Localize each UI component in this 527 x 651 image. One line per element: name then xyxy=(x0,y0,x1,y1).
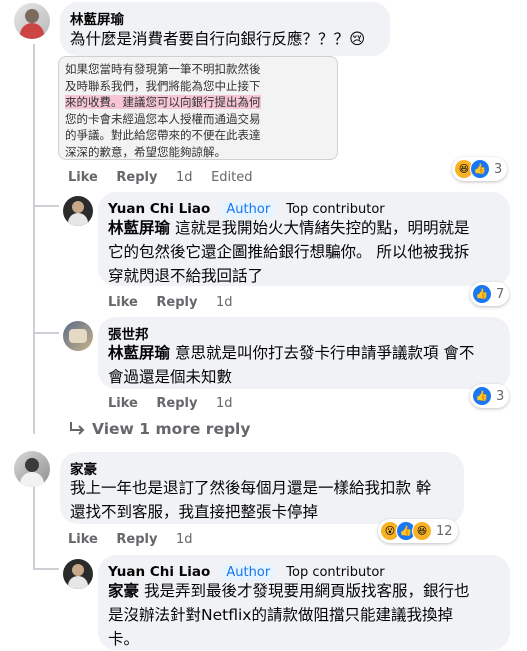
top-contributor-badge: Top contributor xyxy=(286,565,385,580)
edited-label: Edited xyxy=(211,170,253,185)
comment-author[interactable]: 張世邦 xyxy=(108,323,149,343)
comment-text-line: 會過還是個未知數 xyxy=(108,368,233,386)
thread-line xyxy=(33,482,35,570)
screenshot-line: 及時聯系我們，我們將能為您中止接下 xyxy=(65,78,261,93)
reaction-count: 3 xyxy=(496,388,505,404)
reply-arrow-icon xyxy=(70,422,85,435)
reaction-summary[interactable]: 😮 👍 😆 12 xyxy=(378,519,458,543)
screenshot-line: 深深的歉意，希望您能夠諒解。 xyxy=(65,144,226,159)
comment-author[interactable]: 林藍屏瑜 xyxy=(70,8,124,28)
like-button[interactable]: Like xyxy=(108,295,138,310)
comment-bubble: Yuan Chi Liao Author Top contributor 家豪 … xyxy=(98,555,510,650)
reply-button[interactable]: Reply xyxy=(156,295,197,310)
reply-button[interactable]: Reply xyxy=(156,396,197,411)
screenshot-line: 如果您當時有發現第一筆不明扣款然後 xyxy=(65,62,261,76)
comment-text-line: 我上一年也是退訂了然後每個月還是一樣給我扣款 幹 xyxy=(70,479,432,497)
avatar[interactable] xyxy=(14,3,50,39)
comment-text: 我上一年也是退訂了然後每個月還是一樣給我扣款 幹 還找不到客服，我直接把整張卡停… xyxy=(70,476,462,524)
comment-bubble: 張世邦 林藍屏瑜 意思就是叫你打去發卡行申請爭議款項 會不 會過還是個未知數 xyxy=(98,317,510,389)
avatar[interactable] xyxy=(63,321,93,351)
comment-text: 為什麼是消費者要自行向銀行反應？？？😢 xyxy=(70,30,366,48)
top-contributor-badge: Top contributor xyxy=(286,202,385,217)
timestamp[interactable]: 1d xyxy=(176,170,193,185)
view-more-replies[interactable]: View 1 more reply xyxy=(68,420,250,438)
mention-link[interactable]: 家豪 xyxy=(108,582,139,600)
comment-text: 林藍屏瑜 意思就是叫你打去發卡行申請爭議款項 會不 會過還是個未知數 xyxy=(108,341,508,389)
avatar[interactable] xyxy=(63,196,93,226)
reaction-count: 12 xyxy=(436,523,453,539)
timestamp[interactable]: 1d xyxy=(216,295,233,310)
reaction-summary[interactable]: 👍 7 xyxy=(470,282,510,306)
like-button[interactable]: Like xyxy=(108,396,138,411)
comment-actions: Like Reply 1d xyxy=(108,295,247,310)
reply-connector xyxy=(33,568,59,570)
comment-text-line: 它的包然後它還企圖推給銀行想騙你。 所以他被我拆 xyxy=(108,243,470,261)
reply-connector xyxy=(33,420,35,434)
like-reaction-icon: 👍 xyxy=(472,386,492,406)
mention-link[interactable]: 林藍屏瑜 xyxy=(108,344,170,362)
reply-button[interactable]: Reply xyxy=(116,532,157,547)
comment-text-line: 這就是我開始火大情緒失控的點，明明就是 xyxy=(174,219,470,237)
comment-author[interactable]: Yuan Chi Liao xyxy=(108,564,210,580)
reaction-count: 7 xyxy=(496,286,505,302)
screenshot-text: 如果您當時有發現第一筆不明扣款然後 及時聯系我們，我們將能為您中止接下 來的收費… xyxy=(59,57,337,159)
comment-text-line: 我是弄到最後才發現要用網頁版找客服，銀行也 xyxy=(143,582,470,600)
haha-reaction-icon: 😆 xyxy=(412,521,432,541)
comment-text-line: 穿就閃退不給我回話了 xyxy=(108,267,264,285)
comment-bubble: 家豪 我上一年也是退訂了然後每個月還是一樣給我扣款 幹 還找不到客服，我直接把整… xyxy=(60,452,464,524)
comment-text-line: 卡。 xyxy=(108,630,140,648)
thread-line xyxy=(33,44,35,434)
comment-author[interactable]: 家豪 xyxy=(70,458,97,478)
screenshot-line: 您的卡會未經過您本人授權而通過交易 xyxy=(65,111,261,126)
comment-bubble: 林藍屏瑜 為什麼是消費者要自行向銀行反應？？？😢 xyxy=(60,2,390,56)
comment-actions: Like Reply 1d xyxy=(108,396,247,411)
comment-bubble: Yuan Chi Liao Author Top contributor 林藍屏… xyxy=(98,192,510,286)
avatar[interactable] xyxy=(14,451,50,487)
like-button[interactable]: Like xyxy=(68,170,98,185)
reply-connector xyxy=(33,205,59,207)
attached-screenshot[interactable]: 如果您當時有發現第一筆不明扣款然後 及時聯系我們，我們將能為您中止接下 來的收費… xyxy=(58,56,338,160)
avatar[interactable] xyxy=(63,559,93,589)
comment-actions: Like Reply 1d xyxy=(68,532,207,547)
comment-actions: Like Reply 1d Edited xyxy=(68,170,267,185)
screenshot-line: 的爭議。對此給您帶來的不便在此表達 xyxy=(65,128,261,142)
reply-connector xyxy=(33,332,59,334)
like-reaction-icon: 👍 xyxy=(472,284,492,304)
comment-author[interactable]: Yuan Chi Liao xyxy=(108,201,210,217)
reaction-summary[interactable]: 😆 👍 3 xyxy=(452,157,508,181)
screenshot-line-highlight: 來的收費。建議您可以向銀行提出為何 xyxy=(65,95,261,109)
like-reaction-icon: 👍 xyxy=(470,159,490,179)
comment-text-line: 意思就是叫你打去發卡行申請爭議款項 會不 xyxy=(174,344,475,362)
comment-text-line: 是沒辦法針對Netflix的請款做阻擋只能建議我換掉 xyxy=(108,606,453,624)
mention-link[interactable]: 林藍屏瑜 xyxy=(108,219,170,237)
view-more-label: View 1 more reply xyxy=(92,420,251,438)
comment-text: 林藍屏瑜 這就是我開始火大情緒失控的點，明明就是 它的包然後它還企圖推給銀行想騙… xyxy=(108,216,508,288)
timestamp[interactable]: 1d xyxy=(216,396,233,411)
like-button[interactable]: Like xyxy=(68,532,98,547)
comment-header: Yuan Chi Liao Author Top contributor xyxy=(108,198,385,218)
reply-button[interactable]: Reply xyxy=(116,170,157,185)
timestamp[interactable]: 1d xyxy=(176,532,193,547)
screenshot-line: 來的收費。建議您可以向銀行提出為何 xyxy=(65,94,331,111)
comment-text: 家豪 我是弄到最後才發現要用網頁版找客服，銀行也 是沒辦法針對Netflix的請… xyxy=(108,579,508,651)
reaction-count: 3 xyxy=(494,161,503,177)
reaction-summary[interactable]: 👍 3 xyxy=(470,384,510,408)
comment-header: Yuan Chi Liao Author Top contributor xyxy=(108,561,385,581)
